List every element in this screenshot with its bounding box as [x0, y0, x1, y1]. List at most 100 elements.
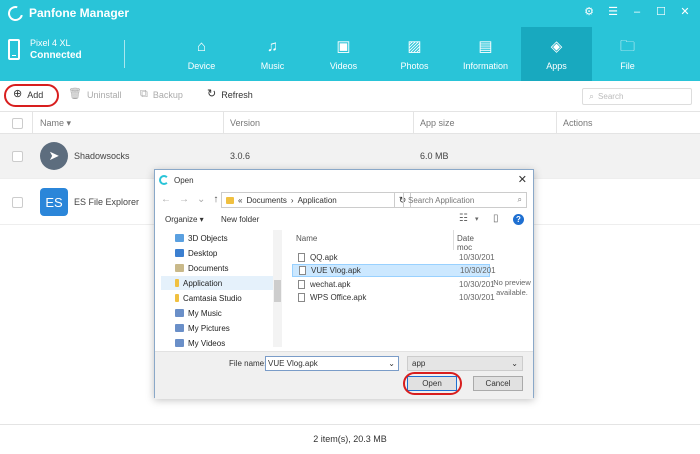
file-column-header-name[interactable]: Name	[296, 234, 317, 243]
tree-item-desktop[interactable]: Desktop	[161, 246, 273, 260]
file-row-selected[interactable]: VUE Vlog.apk 10/30/201	[292, 264, 496, 277]
close-icon[interactable]: ✕	[678, 5, 692, 19]
breadcrumb-documents[interactable]: Documents	[246, 196, 286, 205]
chevron-down-icon[interactable]: ⌄	[388, 359, 395, 368]
tree-scrollbar-thumb[interactable]	[274, 280, 281, 302]
back-arrow-icon[interactable]: ←	[161, 194, 171, 205]
nav-tab-music[interactable]: ♫ Music	[237, 27, 308, 81]
menu-icon[interactable]: ☰	[606, 5, 620, 19]
tree-item-3d-objects[interactable]: 3D Objects	[161, 231, 273, 245]
dialog-search-input[interactable]: Search Application ⌕	[403, 192, 527, 208]
nav-label: Device	[187, 60, 216, 71]
file-name: QQ.apk	[310, 253, 338, 262]
column-divider	[556, 112, 557, 134]
tree-item-application[interactable]: Application	[161, 276, 273, 290]
device-connection-status: Connected	[30, 50, 82, 61]
file-icon	[299, 266, 306, 275]
tree-item-my-videos[interactable]: My Videos	[161, 336, 273, 350]
device-status-panel[interactable]: Pixel 4 XL Connected	[8, 38, 82, 61]
file-icon	[298, 253, 305, 262]
folder-icon	[226, 196, 234, 204]
cancel-button[interactable]: Cancel	[473, 376, 523, 391]
tree-item-my-pictures[interactable]: My Pictures	[161, 321, 273, 335]
music-folder-icon	[175, 309, 184, 317]
preview-pane-message: No preview available.	[493, 278, 531, 298]
dialog-title: Open	[174, 175, 194, 185]
app-header: Panfone Manager ⚙ ☰ – ☐ ✕ Pixel 4 XL Con…	[0, 0, 700, 81]
nav-label: Photos	[400, 60, 429, 71]
dialog-search-placeholder: Search Application	[408, 195, 475, 205]
file-type-select[interactable]: app ⌄	[407, 356, 523, 371]
search-icon: ⌕	[589, 91, 595, 101]
file-date: 10/30/201	[460, 266, 496, 275]
uninstall-button-label: Uninstall	[86, 89, 122, 100]
column-header-version: Version	[230, 118, 261, 128]
apps-table-header: Name ▾ Version App size Actions	[0, 112, 700, 134]
recent-chevron-icon[interactable]: ⌄	[197, 194, 205, 205]
view-options-icon[interactable]: ☷	[459, 213, 468, 224]
tree-item-label: Documents	[188, 263, 229, 273]
address-overflow: «	[238, 195, 243, 205]
tree-scrollbar[interactable]	[273, 230, 282, 347]
file-date: 10/30/201	[459, 280, 495, 289]
nav-label: Apps	[546, 60, 567, 71]
tree-item-documents[interactable]: Documents	[161, 261, 273, 275]
file-row[interactable]: WPS Office.apk 10/30/201	[292, 291, 495, 304]
add-highlight-annotation	[4, 84, 59, 107]
nav-label: Videos	[329, 60, 358, 71]
folder-tree: 3D Objects Desktop Documents Application…	[161, 230, 282, 350]
nav-tab-device[interactable]: ⌂ Device	[166, 27, 237, 81]
dialog-close-icon[interactable]: ✕	[518, 173, 527, 186]
backup-icon: ⧉	[140, 88, 148, 100]
up-arrow-icon[interactable]: ↑	[213, 194, 218, 205]
nav-tab-videos[interactable]: ▣ Videos	[308, 27, 379, 81]
column-header-name[interactable]: Name ▾	[40, 118, 71, 129]
view-dropdown-icon[interactable]: ▾	[475, 215, 479, 223]
window-controls: ⚙ ☰ – ☐ ✕	[582, 5, 692, 19]
nav-tab-file[interactable]: 🗀 File	[592, 27, 663, 81]
nav-tab-apps[interactable]: ◈ Apps	[521, 27, 592, 81]
file-name-input[interactable]: VUE Vlog.apk ⌄	[265, 356, 399, 371]
file-name-label: File name:	[229, 359, 267, 368]
file-column-header-date[interactable]: Date moc	[457, 234, 490, 252]
row-checkbox[interactable]	[12, 197, 23, 208]
column-header-size: App size	[420, 118, 455, 128]
file-name: VUE Vlog.apk	[311, 266, 361, 275]
select-all-checkbox[interactable]	[12, 118, 23, 129]
status-footer: 2 item(s), 20.3 MB	[0, 424, 700, 454]
videos-folder-icon	[175, 339, 184, 347]
es-folder-icon: ES	[40, 188, 68, 216]
uninstall-button[interactable]: 🗑 Uninstall	[68, 89, 121, 100]
address-bar[interactable]: « Documents › Application ↻	[221, 192, 411, 208]
minimize-icon[interactable]: –	[630, 5, 644, 19]
nav-tab-photos[interactable]: ▨ Photos	[379, 27, 450, 81]
forward-arrow-icon[interactable]: →	[179, 194, 189, 205]
tree-item-camtasia-studio[interactable]: Camtasia Studio	[161, 291, 273, 305]
column-divider	[453, 230, 454, 250]
nav-tab-information[interactable]: ▤ Information	[450, 27, 521, 81]
paper-plane-icon: ➤	[40, 142, 68, 170]
breadcrumb-application[interactable]: Application	[298, 196, 337, 205]
new-folder-button[interactable]: New folder	[221, 215, 259, 224]
file-row[interactable]: QQ.apk 10/30/201	[292, 251, 495, 264]
app-version: 3.0.6	[230, 151, 251, 161]
file-name-value: VUE Vlog.apk	[268, 359, 318, 368]
refresh-button[interactable]: ↻ Refresh	[207, 89, 253, 100]
row-checkbox[interactable]	[12, 151, 23, 162]
preview-pane-icon[interactable]: ▯	[493, 213, 499, 224]
pictures-folder-icon	[175, 324, 184, 332]
search-placeholder: Search	[598, 92, 624, 101]
file-row[interactable]: wechat.apk 10/30/201	[292, 278, 495, 291]
tree-item-my-music[interactable]: My Music	[161, 306, 273, 320]
maximize-icon[interactable]: ☐	[654, 5, 668, 19]
column-divider	[223, 112, 224, 134]
settings-gear-icon[interactable]: ⚙	[582, 5, 596, 19]
search-input[interactable]: ⌕ Search	[582, 88, 692, 105]
backup-button[interactable]: ⧉ Backup	[140, 89, 183, 100]
nav-label: Information	[462, 60, 509, 71]
help-icon[interactable]: ?	[513, 214, 524, 225]
app-name: Shadowsocks	[74, 151, 130, 161]
organize-menu[interactable]: Organize ▾	[165, 215, 204, 224]
trash-icon: 🗑	[68, 88, 82, 100]
file-date: 10/30/201	[459, 253, 495, 262]
